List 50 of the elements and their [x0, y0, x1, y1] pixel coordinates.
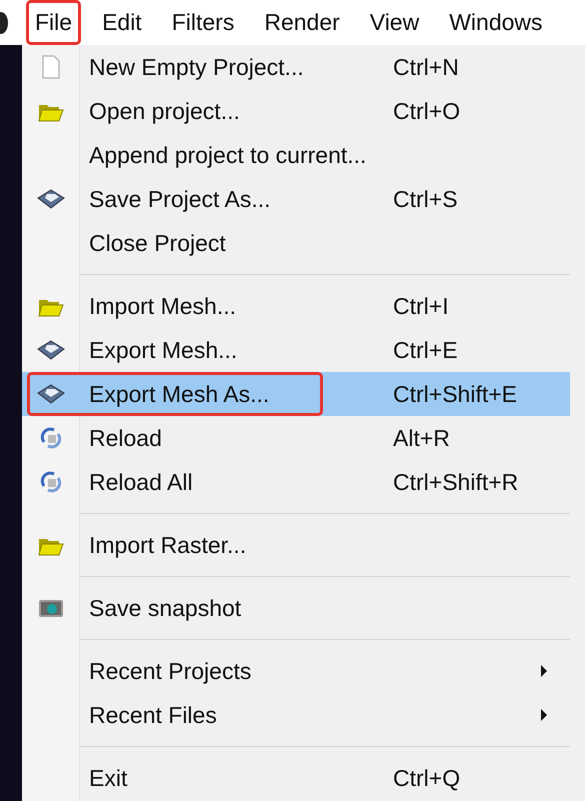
menu-item-label: Export Mesh As... [89, 380, 270, 408]
submenu-arrow-icon [540, 708, 548, 722]
menu-item-label: Close Project [89, 230, 226, 256]
menu-item[interactable]: Exit Ctrl+Q [22, 756, 570, 800]
shortcut-label: Ctrl+S [393, 186, 459, 212]
menu-item-label: Export Mesh... [89, 336, 238, 364]
menu-item[interactable]: New Empty Project... Ctrl+N [22, 45, 570, 89]
menu-item-label: Import Mesh... [89, 292, 236, 320]
shortcut-label: Ctrl+Q [393, 764, 462, 792]
menu-item[interactable]: Export Mesh As... Ctrl+Shift+E [22, 372, 570, 416]
menu-bar-item[interactable]: View [360, 0, 428, 45]
menu-item[interactable]: Open project... Ctrl+O [22, 89, 570, 133]
menu-item[interactable]: Reload All Ctrl+Shift+R [22, 460, 570, 504]
menu-item-label: Import Raster... [89, 532, 246, 558]
menu-item-label: Reload [89, 424, 162, 452]
menu-item[interactable]: Append project to current... [22, 133, 570, 177]
menu-item[interactable]: Recent Files [22, 693, 570, 737]
shortcut-label: Ctrl+Shift+R [393, 468, 520, 496]
menu-item-label: Recent Projects [89, 658, 252, 684]
shortcut-label: Ctrl+Shift+E [393, 380, 518, 408]
menu-item-label: Reload All [89, 468, 193, 496]
menu-item[interactable]: Save Project As... Ctrl+S [22, 177, 570, 221]
reload-icon [39, 470, 63, 494]
menu-item[interactable]: Export Mesh... Ctrl+E [22, 328, 570, 372]
menu-item-label: Recent Files [89, 702, 217, 728]
menu-item[interactable]: Recent Projects [22, 649, 570, 693]
shortcut-label: Ctrl+E [393, 336, 459, 364]
menu-bar-item[interactable]: Render [255, 0, 349, 45]
shortcut-label: Alt+R [393, 424, 451, 452]
menu-bar-item[interactable]: Edit [93, 0, 151, 45]
menu-item-label: Open project... [89, 98, 240, 124]
menu-bar-item[interactable]: Windows [440, 0, 552, 45]
camera-icon [38, 598, 64, 618]
menu-bar-item[interactable]: Filters [162, 0, 244, 45]
shortcut-label: Ctrl+O [393, 98, 462, 124]
menu-item[interactable]: Save snapshot [22, 586, 570, 630]
menu-item-label: Save Project As... [89, 186, 271, 212]
menu-item-label: Save snapshot [89, 594, 242, 622]
menu-item-label: New Empty Project... [89, 54, 304, 80]
shortcut-label: Ctrl+I [393, 292, 450, 320]
reload-icon [39, 426, 63, 450]
menu-item[interactable]: Import Mesh... Ctrl+I [22, 284, 570, 328]
document-icon [41, 55, 61, 79]
menu-item-label: Append project to current... [89, 142, 366, 168]
submenu-arrow-icon [540, 664, 548, 678]
shortcut-label: Ctrl+N [393, 54, 460, 80]
menu-item-label: Exit [89, 764, 128, 792]
menu-item[interactable]: Close Project [22, 221, 570, 265]
menu-item[interactable]: Reload Alt+R [22, 416, 570, 460]
menu-item[interactable]: Import Raster... [22, 523, 570, 567]
